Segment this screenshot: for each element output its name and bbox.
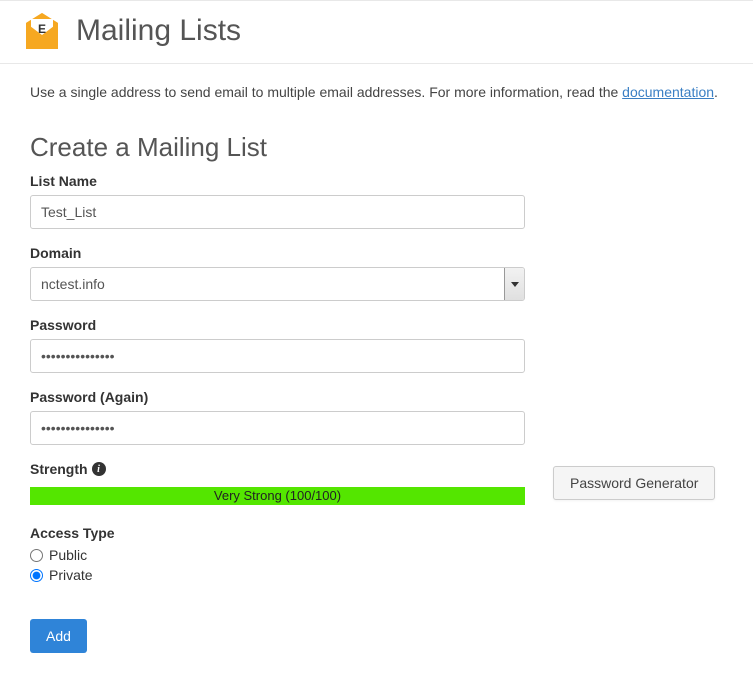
access-public-radio[interactable] [30, 549, 43, 562]
access-public-label: Public [49, 547, 87, 563]
info-icon[interactable]: i [92, 462, 106, 476]
mailing-lists-icon: E [20, 9, 64, 53]
list-name-input[interactable] [30, 195, 525, 229]
password-label: Password [30, 317, 723, 333]
domain-select[interactable]: nctest.info [30, 267, 525, 301]
strength-label: Strength i [30, 461, 525, 477]
domain-label: Domain [30, 245, 723, 261]
password-input[interactable] [30, 339, 525, 373]
access-private-radio[interactable] [30, 569, 43, 582]
intro-text-after: . [714, 84, 718, 100]
intro-text-before: Use a single address to send email to mu… [30, 84, 622, 100]
intro-text: Use a single address to send email to mu… [30, 84, 723, 100]
page-title: Mailing Lists [76, 13, 241, 49]
password-generator-button[interactable]: Password Generator [553, 466, 715, 500]
strength-label-text: Strength [30, 461, 88, 477]
add-button[interactable]: Add [30, 619, 87, 653]
svg-text:E: E [38, 22, 46, 36]
chevron-down-icon [504, 268, 524, 300]
password-again-label: Password (Again) [30, 389, 723, 405]
domain-select-value: nctest.info [31, 268, 504, 300]
access-type-label: Access Type [30, 525, 723, 541]
strength-bar: Very Strong (100/100) [30, 487, 525, 505]
page-header: E Mailing Lists [0, 0, 753, 64]
section-title: Create a Mailing List [30, 132, 723, 163]
password-again-input[interactable] [30, 411, 525, 445]
list-name-label: List Name [30, 173, 723, 189]
access-private-label: Private [49, 567, 93, 583]
documentation-link[interactable]: documentation [622, 84, 714, 100]
